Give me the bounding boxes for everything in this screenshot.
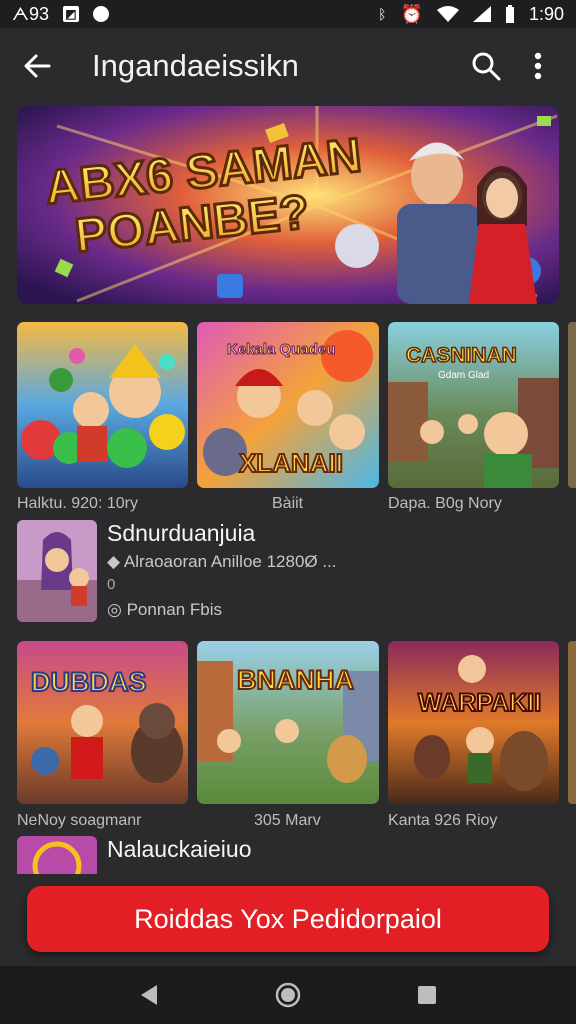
- game-thumbnail-6[interactable]: WARPAKII: [388, 641, 559, 804]
- page-title: Ingandaeissikn: [92, 48, 299, 83]
- thumbnail-4-title: DUBDAS: [31, 667, 147, 697]
- featured-app-icon: [17, 520, 97, 622]
- featured-app-subtitle: ◆ Alraoaoran Anilloe 1280Ø ...: [107, 552, 337, 572]
- wifi-icon: [436, 6, 459, 22]
- game-thumbnail-4[interactable]: DUBDAS: [17, 641, 188, 804]
- featured-app-developer: ◎ Ponnan Fbis: [107, 600, 222, 620]
- nfc-icon: ᛒ: [378, 6, 387, 22]
- nav-home-icon[interactable]: [268, 975, 308, 1015]
- thumbnail-6-caption: Kanta 926 Rioy: [388, 812, 498, 829]
- featured-banner[interactable]: ABX6 SAMAN POANBE?: [17, 106, 559, 304]
- system-nav-bar: [0, 966, 576, 1024]
- battery-icon: [505, 5, 514, 23]
- status-bar: ᗅ93 ◩ ᛒ ⏰ 1:90: [0, 0, 576, 28]
- thumbnail-2-title: XLANAII: [239, 448, 343, 478]
- app-bar: Ingandaeissikn: [0, 28, 576, 104]
- featured-app-row[interactable]: Sdnurduanjuia ◆ Alraoaoran Anilloe 1280Ø…: [17, 518, 559, 622]
- partial-app-title: Nalauckaieiuo: [107, 836, 252, 862]
- thumbnail-4-caption: NeNoy soagmanr: [17, 812, 142, 829]
- developer-name: Ponnan Fbis: [126, 600, 223, 619]
- thumbnail-2-small-title: Kekala Quadeu: [227, 341, 335, 358]
- signal-icon: [472, 6, 491, 22]
- photo-icon: ◩: [62, 6, 79, 22]
- app-row-partial[interactable]: Nalauckaieiuo: [17, 836, 559, 874]
- nav-back-icon[interactable]: [129, 975, 169, 1015]
- status-left-text: ᗅ93: [12, 3, 49, 24]
- search-icon[interactable]: [464, 44, 508, 88]
- game-thumbnail-1[interactable]: [17, 322, 188, 488]
- partial-app-icon: [17, 836, 97, 874]
- thumbnail-3-caption: Dapa. B0g Nory: [388, 495, 502, 512]
- sync-icon: [92, 6, 109, 22]
- thumbnail-5-caption: 305 Marv: [254, 812, 321, 829]
- thumbnail-1-caption: Halktu. 920: 10ry: [17, 495, 138, 512]
- featured-app-meta: Alraoaoran Anilloe 1280Ø ...: [123, 552, 337, 571]
- game-thumbnail-5[interactable]: BNANHA: [197, 641, 379, 804]
- game-thumbnail-2[interactable]: Kekala Quadeu XLANAII: [197, 322, 379, 488]
- featured-app-title: Sdnurduanjuia: [107, 520, 256, 546]
- status-time: 1:90: [528, 3, 564, 24]
- developer-icon: ◎: [107, 600, 122, 619]
- thumbnail-5-title: BNANHA: [237, 665, 354, 695]
- thumbnail-6-title: WARPAKII: [418, 689, 541, 717]
- next-thumbnail-peek: [568, 322, 576, 488]
- thumbnail-3-title: CASNINAN: [406, 344, 517, 367]
- nav-recents-icon[interactable]: [407, 975, 447, 1015]
- next-thumbnail-peek-2: [568, 641, 576, 804]
- game-thumbnail-3[interactable]: CASNINAN Gdam Glad: [388, 322, 559, 488]
- category-icon: ◆: [107, 552, 121, 571]
- featured-app-count: 0: [107, 576, 116, 593]
- back-arrow-icon[interactable]: [16, 45, 58, 87]
- primary-action-button[interactable]: Roiddas Yox Pedidorpaiol: [27, 886, 549, 952]
- more-vert-icon[interactable]: [516, 44, 560, 88]
- thumbnail-3-small-title: Gdam Glad: [438, 370, 489, 381]
- alarm-icon: ⏰: [400, 3, 423, 24]
- thumbnail-2-caption: Bàiit: [272, 495, 304, 512]
